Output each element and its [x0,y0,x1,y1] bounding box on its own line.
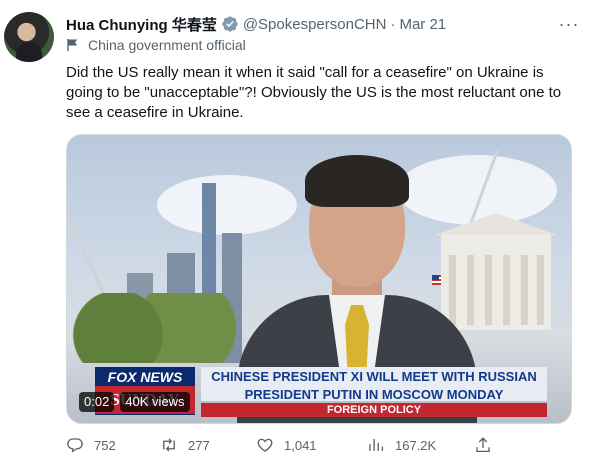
tweet-text: Did the US really mean it when it said "… [66,64,562,121]
heart-icon [257,438,273,452]
reply-button[interactable]: 752 [66,434,116,456]
action-bar: 752 277 1,041 167.2K [66,434,496,456]
network-logo-top: FOX NEWS [107,369,183,385]
column [503,255,510,325]
account-label-text: China government official [88,37,246,53]
reply-icon [67,438,83,453]
tweet-date[interactable]: Mar 21 [399,16,446,33]
views-count: 167.2K [395,437,437,453]
trees [67,293,237,363]
separator-dot: · [390,15,396,33]
like-count: 1,041 [284,437,317,453]
tweet-header: Hua Chunying 华春莹 @SpokespersonCHN · Mar … [66,14,446,34]
account-label[interactable]: China government official [66,37,246,53]
retweet-icon [163,438,175,452]
headline-line-2: PRESIDENT PUTIN IN MOSCOW MONDAY [244,387,504,402]
views-button[interactable]: 167.2K [367,434,436,456]
video-views: 40K views [120,392,190,412]
column [521,255,528,325]
video-stats: 0:02 40K views [79,391,190,413]
share-icon [476,437,490,453]
views-chart-icon [369,439,384,451]
retweet-count: 277 [188,437,210,453]
retweet-button[interactable]: 277 [160,434,210,456]
handle[interactable]: @SpokespersonCHN [243,16,387,33]
avatar[interactable] [4,12,54,62]
like-button[interactable]: 1,041 [256,434,317,456]
verified-badge-icon [222,16,238,32]
more-icon[interactable]: ··· [557,12,581,36]
column [537,255,544,325]
government-flag-icon [67,39,78,51]
share-button[interactable] [472,434,494,456]
video-player[interactable]: FOX NEWS SUNDAY CHINESE PRESIDENT XI WIL… [66,134,572,424]
headline-line-1: CHINESE PRESIDENT XI WILL MEET WITH RUSS… [211,369,537,384]
column [485,255,492,325]
crane [67,161,112,309]
elapsed-time: 0:02 [79,392,115,412]
display-name[interactable]: Hua Chunying 华春莹 [66,14,217,35]
headline-box: CHINESE PRESIDENT XI WILL MEET WITH RUSS… [201,367,547,403]
hair [305,155,409,207]
reply-count: 752 [94,437,116,453]
section-label: FOREIGN POLICY [201,403,547,417]
